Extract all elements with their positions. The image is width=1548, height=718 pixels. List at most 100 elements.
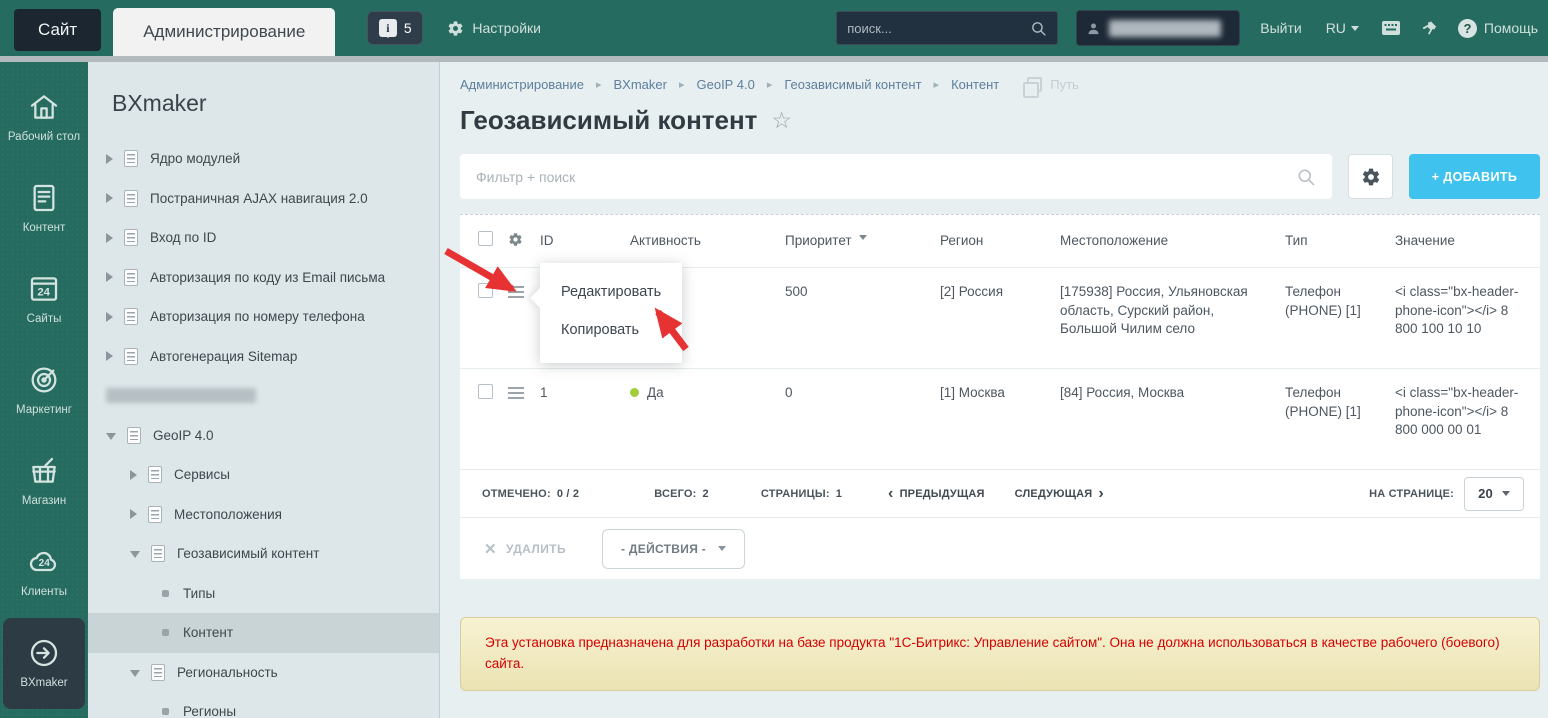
expand-icon[interactable]	[106, 154, 113, 164]
breadcrumb-separator-icon: ▸	[596, 78, 602, 91]
column-header-value[interactable]: Значение	[1395, 232, 1540, 251]
expand-icon[interactable]	[106, 312, 113, 322]
collapse-icon[interactable]	[106, 433, 116, 440]
column-header-type[interactable]: Тип	[1285, 232, 1395, 251]
document-icon	[151, 545, 165, 562]
sidebar-item[interactable]: Регионы	[88, 692, 439, 718]
sidebar-item[interactable]: Геозависимый контент	[88, 534, 439, 574]
column-header-active[interactable]: Активность	[630, 232, 785, 251]
sidebar-item-selected[interactable]: Контент	[88, 613, 439, 653]
sidebar-item[interactable]	[88, 376, 439, 416]
prev-page-link[interactable]: ‹ПРЕДЫДУЩАЯ	[888, 486, 985, 502]
sidebar-item[interactable]: Автогенерация Sitemap	[88, 337, 439, 377]
column-header-id[interactable]: ID	[540, 232, 630, 251]
sidebar-item[interactable]: Типы	[88, 574, 439, 614]
sidebar-item-label: Авторизация по номеру телефона	[150, 309, 365, 324]
column-header-region[interactable]: Регион	[940, 232, 1060, 251]
select-all-checkbox[interactable]	[478, 231, 493, 246]
document-icon	[127, 427, 141, 444]
document-icon	[124, 150, 138, 167]
trial-warning-banner: Эта установка предназначена для разработ…	[460, 617, 1540, 691]
row-checkbox[interactable]	[478, 283, 493, 298]
language-label: RU	[1326, 20, 1346, 36]
filter-search-box[interactable]	[460, 154, 1332, 199]
tab-admin[interactable]: Администрирование	[113, 8, 335, 56]
notifications-button[interactable]: i 5	[367, 11, 423, 45]
sidebar-item[interactable]: Местоположения	[88, 495, 439, 535]
chevron-down-icon	[718, 546, 726, 555]
sidebar-item[interactable]: GeoIP 4.0	[88, 416, 439, 456]
cell-region: [1] Москва	[940, 369, 1060, 403]
sidebar-item[interactable]: Постраничная AJAX навигация 2.0	[88, 179, 439, 219]
context-menu-copy[interactable]: Копировать	[540, 311, 682, 349]
expand-icon[interactable]	[106, 193, 113, 203]
rail-item-desktop[interactable]: Рабочий стол	[0, 72, 88, 163]
favorite-star-icon[interactable]: ☆	[771, 107, 792, 134]
next-page-link[interactable]: СЛЕДУЮЩАЯ›	[1015, 486, 1104, 502]
chevron-down-icon	[1502, 491, 1510, 500]
per-page-select[interactable]: 20	[1464, 477, 1524, 511]
expand-icon[interactable]	[106, 272, 113, 282]
breadcrumb-link[interactable]: Администрирование	[460, 77, 584, 92]
rail-item-marketing[interactable]: Маркетинг	[0, 345, 88, 436]
breadcrumb-link[interactable]: GeoIP 4.0	[697, 77, 755, 92]
rail-item-shop[interactable]: Магазин	[0, 436, 88, 527]
context-menu-edit[interactable]: Редактировать	[540, 273, 682, 311]
tab-site[interactable]: Сайт	[14, 9, 101, 51]
gear-icon[interactable]	[508, 232, 523, 247]
sidebar-item[interactable]: Авторизация по коду из Email письма	[88, 258, 439, 298]
user-menu[interactable]	[1076, 10, 1240, 46]
total-value: 2	[703, 488, 709, 500]
global-search[interactable]	[836, 11, 1058, 45]
grid-header-row: ID Активность Приоритет Регион Местополо…	[460, 214, 1540, 267]
sidebar-item-label: Региональность	[177, 665, 278, 680]
rail-item-sites[interactable]: 24 Сайты	[0, 254, 88, 345]
row-checkbox[interactable]	[478, 384, 493, 399]
actions-dropdown[interactable]: - ДЕЙСТВИЯ -	[602, 529, 745, 569]
sidebar-item[interactable]: Ядро модулей	[88, 139, 439, 179]
row-menu-icon[interactable]	[508, 387, 524, 399]
language-selector[interactable]: RU	[1326, 20, 1359, 36]
sidebar-item[interactable]: Авторизация по номеру телефона	[88, 297, 439, 337]
expand-icon[interactable]	[130, 509, 137, 519]
expand-icon[interactable]	[130, 470, 137, 480]
global-search-input[interactable]	[847, 21, 1030, 36]
expand-icon[interactable]	[106, 351, 113, 361]
collapse-icon[interactable]	[130, 670, 140, 677]
row-context-menu: Редактировать Копировать	[540, 263, 682, 363]
rail-item-content[interactable]: Контент	[0, 163, 88, 254]
grid-settings-button[interactable]	[1348, 154, 1393, 199]
path-label: Путь	[1050, 77, 1079, 92]
rail-item-clients[interactable]: 24 Клиенты	[0, 527, 88, 618]
row-menu-icon[interactable]	[508, 286, 524, 298]
sidebar-item[interactable]: Вход по ID	[88, 218, 439, 258]
cell-location: [175938] Россия, Ульяновская область, Су…	[1060, 268, 1285, 339]
document-icon	[124, 308, 138, 325]
help-button[interactable]: ? Помощь	[1458, 19, 1538, 38]
sidebar-item[interactable]: Сервисы	[88, 455, 439, 495]
pin-panel-button[interactable]	[1421, 20, 1438, 37]
user-icon	[1086, 21, 1101, 36]
delete-button[interactable]: ✕ УДАЛИТЬ	[484, 540, 566, 558]
logout-button[interactable]: Выйти	[1260, 20, 1301, 36]
sidebar-item-label: Вход по ID	[150, 230, 216, 245]
document-icon	[148, 466, 162, 483]
add-button[interactable]: + ДОБАВИТЬ	[1409, 154, 1540, 199]
breadcrumb-link[interactable]: BXmaker	[614, 77, 667, 92]
rail-item-label: Контент	[23, 221, 66, 235]
total-label: ВСЕГО:	[654, 488, 696, 500]
rail-item-bxmaker[interactable]: BXmaker	[3, 618, 85, 709]
column-header-location[interactable]: Местоположение	[1060, 232, 1285, 251]
sidebar-item-label: Геозависимый контент	[177, 546, 319, 561]
sidebar-item[interactable]: Региональность	[88, 653, 439, 693]
filter-search-input[interactable]	[476, 169, 1296, 185]
breadcrumb-link[interactable]: Геозависимый контент	[784, 77, 921, 92]
table-row[interactable]: 1 Да 0 [1] Москва [84] Россия, Москва Те…	[460, 368, 1540, 469]
copy-path-button[interactable]: Путь	[1027, 77, 1079, 92]
column-header-priority[interactable]: Приоритет	[785, 232, 940, 251]
keyboard-shortcuts-button[interactable]	[1381, 20, 1401, 36]
expand-icon[interactable]	[106, 233, 113, 243]
collapse-icon[interactable]	[130, 551, 140, 558]
breadcrumb-link[interactable]: Контент	[951, 77, 999, 92]
settings-button[interactable]: Настройки	[447, 20, 541, 37]
